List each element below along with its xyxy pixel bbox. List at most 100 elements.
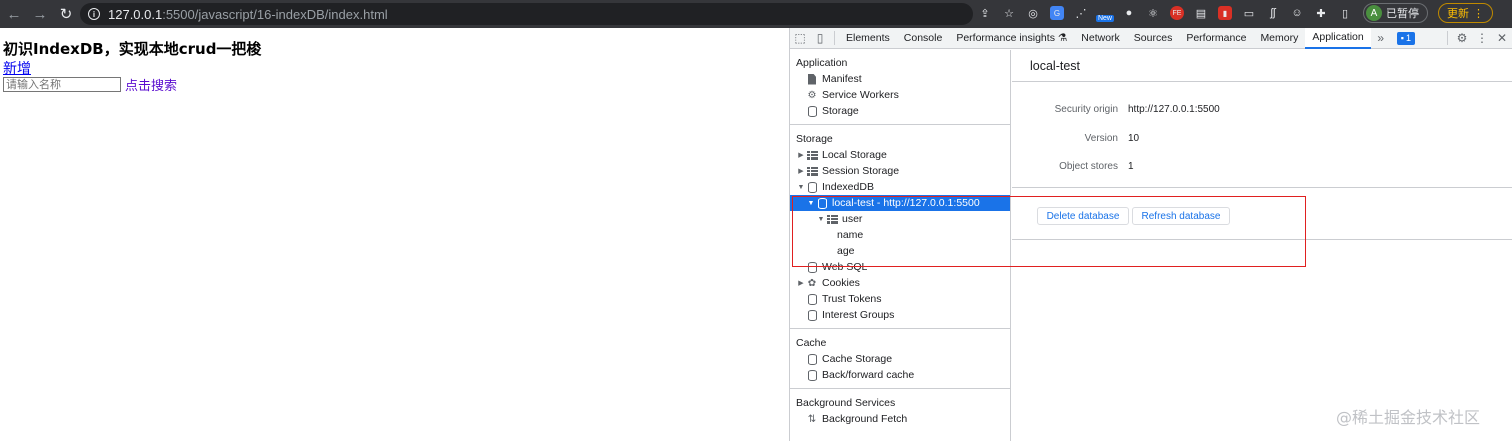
sidebar-item-cache-storage[interactable]: Cache Storage (790, 351, 1010, 367)
sidebar-item-storage[interactable]: Storage (790, 103, 1010, 119)
expand-arrow-icon[interactable]: ▶ (796, 151, 806, 159)
puzzle-icon[interactable]: ✚ (1311, 3, 1331, 23)
database-icon (806, 261, 818, 273)
sidebar-item-index-name[interactable]: name (790, 227, 1010, 243)
sidebar-item-service-workers[interactable]: ⚙ Service Workers (790, 87, 1010, 103)
tab-separator (834, 31, 835, 45)
extension-face-icon[interactable]: ☺ (1287, 3, 1307, 23)
extension-slash-icon[interactable]: ʃʃ (1263, 3, 1283, 23)
sidebar-item-local-storage[interactable]: ▶ Local Storage (790, 147, 1010, 163)
more-vert-icon[interactable]: ⋮ (1472, 28, 1492, 48)
sidebar-item-store-user[interactable]: ▼ user (790, 211, 1010, 227)
tab-console[interactable]: Console (897, 28, 950, 49)
sidebar-item-label: Web SQL (822, 261, 868, 273)
translate-icon[interactable]: G (1047, 3, 1067, 23)
watermark: @稀土掘金技术社区 (1336, 408, 1481, 427)
issues-badge[interactable]: ▪ 1 (1396, 31, 1415, 45)
extension-circle-icon[interactable]: ◎ (1023, 3, 1043, 23)
tab-network[interactable]: Network (1074, 28, 1127, 49)
device-toggle-icon[interactable]: ▯ (810, 28, 830, 48)
sidebar-item-label: Cache Storage (822, 353, 893, 365)
sidebar-item-label: Storage (822, 105, 859, 117)
address-bar[interactable]: i 127.0.0.1 :5500/javascript/16-indexDB/… (80, 3, 973, 25)
extension-red-icon[interactable]: ▮ (1215, 3, 1235, 23)
database-icon (806, 181, 818, 193)
settings-gear-icon[interactable]: ⚙ (1452, 28, 1472, 48)
application-sidebar: Application Manifest ⚙ Service Workers S… (790, 50, 1011, 441)
note-icon[interactable]: ▤ (1191, 3, 1211, 23)
section-application: Application (796, 57, 848, 69)
issues-count: 1 (1405, 33, 1411, 43)
devtools-tabbar: ⬚ ▯ Elements Console Performance insight… (790, 27, 1512, 49)
inspect-icon[interactable]: ⬚ (790, 28, 810, 48)
indexeddb-detail-panel: local-test Security origin http://127.0.… (1012, 50, 1512, 441)
sidebar-item-manifest[interactable]: Manifest (790, 71, 1010, 87)
sidebar-item-session-storage[interactable]: ▶ Session Storage (790, 163, 1010, 179)
expand-arrow-icon[interactable]: ▶ (796, 279, 806, 287)
sidebar-item-background-fetch[interactable]: ⇅ Background Fetch (790, 411, 1010, 427)
extensions-bar: ⇪ ☆ ◎ G ⋰ New ● ⚛ FE ▤ ▮ ▭ ʃʃ ☺ ✚ ▯ A 已暂… (975, 3, 1493, 23)
tab-memory[interactable]: Memory (1253, 28, 1305, 49)
update-label: 更新 (1447, 8, 1469, 20)
database-icon (806, 353, 818, 365)
version-row: Version 10 (1012, 130, 1139, 146)
sidebar-item-db-local-test[interactable]: ▼ local-test - http://127.0.0.1:5500 (790, 195, 1010, 211)
share-icon[interactable]: ⇪ (975, 3, 995, 23)
cookie-icon: ✿ (807, 277, 817, 289)
search-link[interactable]: 点击搜索 (125, 75, 177, 94)
update-button[interactable]: 更新 ⋮ (1438, 3, 1493, 23)
sidebar-item-interest-groups[interactable]: Interest Groups (790, 307, 1010, 323)
tab-sources[interactable]: Sources (1127, 28, 1180, 49)
sidebar-item-trust-tokens[interactable]: Trust Tokens (790, 291, 1010, 307)
gear-icon: ⚙ (807, 89, 817, 101)
media-icon[interactable]: ▭ (1239, 3, 1259, 23)
sidebar-item-cookies[interactable]: ▶ ✿ Cookies (790, 275, 1010, 291)
database-icon (806, 369, 818, 381)
sidebar-item-bf-cache[interactable]: Back/forward cache (790, 367, 1010, 383)
sidebar-toggle-icon[interactable]: ▯ (1335, 3, 1355, 23)
bookmark-star-icon[interactable]: ☆ (999, 3, 1019, 23)
sidebar-item-label: Background Fetch (822, 413, 908, 425)
extension-dots-icon[interactable]: ⋰ (1071, 3, 1091, 23)
security-origin-label: Security origin (1054, 103, 1118, 115)
sidebar-item-label: IndexedDB (822, 181, 874, 193)
close-icon[interactable]: ✕ (1492, 28, 1512, 48)
extension-new-icon[interactable]: New (1095, 3, 1115, 23)
sidebar-item-label: Back/forward cache (822, 369, 915, 381)
sidebar-item-label: Trust Tokens (822, 293, 882, 305)
collapse-arrow-icon[interactable]: ▼ (796, 184, 806, 191)
collapse-arrow-icon[interactable]: ▼ (816, 216, 826, 223)
more-tabs-icon[interactable]: » (1371, 28, 1391, 48)
react-icon[interactable]: ⚛ (1143, 3, 1163, 23)
url-host: 127.0.0.1 (108, 6, 163, 22)
sidebar-item-index-age[interactable]: age (790, 243, 1010, 259)
profile-button[interactable]: A 已暂停 (1363, 3, 1428, 23)
forward-icon[interactable]: → (28, 2, 52, 26)
add-link[interactable]: 新增 (3, 58, 31, 78)
security-origin-row: Security origin http://127.0.0.1:5500 (1012, 101, 1220, 117)
collapse-arrow-icon[interactable]: ▼ (806, 200, 816, 207)
section-cache: Cache (796, 337, 827, 349)
info-icon[interactable]: i (88, 8, 100, 20)
back-icon[interactable]: ← (2, 2, 26, 26)
section-divider (790, 388, 1010, 389)
fe-helper-icon[interactable]: FE (1167, 3, 1187, 23)
tab-performance-insights[interactable]: Performance insights ⚗ (949, 28, 1074, 49)
tab-performance[interactable]: Performance (1179, 28, 1253, 49)
section-divider (1012, 187, 1512, 188)
extension-blue-circle-icon[interactable]: ● (1119, 3, 1139, 23)
tab-separator (1447, 31, 1448, 45)
sidebar-item-label: Service Workers (822, 89, 899, 101)
sidebar-item-indexeddb[interactable]: ▼ IndexedDB (790, 179, 1010, 195)
refresh-database-button[interactable]: Refresh database (1132, 207, 1230, 225)
sidebar-item-label: user (842, 213, 863, 225)
tab-application[interactable]: Application (1305, 27, 1371, 49)
search-input[interactable] (3, 77, 121, 92)
reload-icon[interactable]: ↻ (54, 2, 78, 26)
page-title: 初识IndexDB，实现本地crud一把梭 (3, 40, 262, 58)
delete-database-button[interactable]: Delete database (1037, 207, 1129, 225)
section-divider (790, 328, 1010, 329)
expand-arrow-icon[interactable]: ▶ (796, 167, 806, 175)
tab-elements[interactable]: Elements (839, 28, 897, 49)
sidebar-item-web-sql[interactable]: Web SQL (790, 259, 1010, 275)
